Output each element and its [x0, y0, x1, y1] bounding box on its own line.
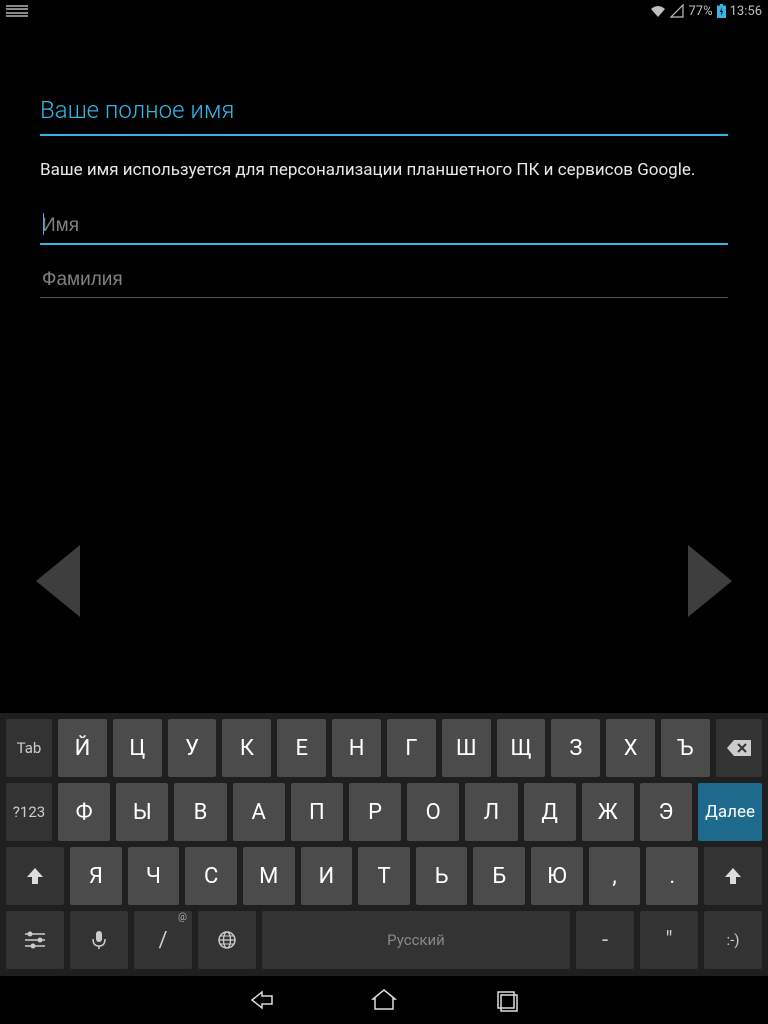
key-letter[interactable]: Я — [70, 847, 122, 905]
key-language[interactable] — [198, 911, 256, 969]
nav-back-icon — [249, 987, 275, 1013]
battery-charging-icon — [717, 4, 726, 18]
key-letter[interactable]: Т — [358, 847, 410, 905]
key-letter[interactable]: Й — [58, 719, 107, 777]
nav-home-icon — [371, 987, 397, 1013]
key-tab[interactable]: Tab — [6, 719, 52, 777]
first-name-field[interactable] — [40, 209, 728, 245]
key-shift-left[interactable] — [6, 847, 64, 905]
key-dash[interactable]: - — [576, 911, 634, 969]
key-letter[interactable]: М — [243, 847, 295, 905]
key-emoji[interactable]: :-) — [704, 911, 762, 969]
navigation-bar — [0, 976, 768, 1024]
key-letter[interactable]: Л — [465, 783, 517, 841]
back-arrow-button[interactable] — [36, 545, 80, 617]
key-letter[interactable]: Щ — [497, 719, 546, 777]
key-sup: @ — [178, 912, 187, 923]
globe-icon — [217, 930, 237, 950]
key-letter[interactable]: К — [222, 719, 271, 777]
text-cursor — [43, 213, 44, 235]
key-letter[interactable]: Р — [349, 783, 401, 841]
key-letter[interactable]: А — [233, 783, 285, 841]
nav-recent-button[interactable] — [490, 984, 522, 1016]
key-comma[interactable]: , — [589, 847, 641, 905]
shift-icon — [25, 866, 45, 886]
soft-keyboard: Tab Й Ц У К Е Н Г Ш Щ З Х Ъ ?123 Ф Ы В А… — [0, 713, 768, 976]
battery-percent: 77% — [688, 4, 712, 19]
key-letter[interactable]: Э — [640, 783, 692, 841]
key-letter[interactable]: Ф — [58, 783, 110, 841]
key-next[interactable]: Далее — [698, 783, 762, 841]
key-letter[interactable]: П — [291, 783, 343, 841]
key-letter[interactable]: Ъ — [661, 719, 710, 777]
key-letter[interactable]: С — [185, 847, 237, 905]
forward-arrow-button[interactable] — [688, 545, 732, 617]
key-letter[interactable]: Ч — [128, 847, 180, 905]
last-name-field-wrapper — [40, 263, 728, 298]
first-name-field-wrapper — [40, 209, 728, 245]
page-title: Ваше полное имя — [40, 46, 728, 134]
sliders-icon — [24, 931, 46, 949]
key-letter[interactable]: Ш — [442, 719, 491, 777]
backspace-icon — [727, 740, 751, 756]
key-letter[interactable]: Ж — [582, 783, 634, 841]
key-letter[interactable]: Х — [606, 719, 655, 777]
key-letter[interactable]: Н — [332, 719, 381, 777]
key-letter[interactable]: Д — [524, 783, 576, 841]
last-name-field[interactable] — [40, 263, 728, 298]
nav-home-button[interactable] — [368, 984, 400, 1016]
key-symnum[interactable]: ?123 — [6, 783, 52, 841]
signal-icon — [670, 4, 684, 18]
key-letter[interactable]: Ы — [116, 783, 168, 841]
key-settings[interactable] — [6, 911, 64, 969]
mic-icon — [92, 930, 106, 950]
key-letter[interactable]: О — [407, 783, 459, 841]
key-letter[interactable]: Ь — [416, 847, 468, 905]
key-space[interactable]: Русский — [262, 911, 570, 969]
key-voice[interactable] — [70, 911, 128, 969]
page-description: Ваше имя используется для персонализации… — [40, 158, 728, 183]
wifi-icon — [650, 4, 666, 18]
nav-back-button[interactable] — [246, 984, 278, 1016]
key-letter[interactable]: Б — [473, 847, 525, 905]
keyboard-indicator-icon — [6, 5, 28, 17]
title-separator — [40, 134, 728, 136]
key-letter[interactable]: В — [174, 783, 226, 841]
key-slash[interactable]: @/ — [134, 911, 192, 969]
key-backspace[interactable] — [716, 719, 762, 777]
nav-recent-icon — [494, 988, 518, 1012]
key-letter[interactable]: З — [551, 719, 600, 777]
shift-icon — [723, 866, 743, 886]
status-bar: 77% 13:56 — [0, 0, 768, 22]
key-letter[interactable]: Г — [387, 719, 436, 777]
clock: 13:56 — [730, 4, 762, 19]
key-letter[interactable]: И — [301, 847, 353, 905]
key-quote[interactable]: " — [640, 911, 698, 969]
key-letter[interactable]: Е — [277, 719, 326, 777]
key-shift-right[interactable] — [704, 847, 762, 905]
key-letter[interactable]: Ю — [531, 847, 583, 905]
key-letter[interactable]: Ц — [113, 719, 162, 777]
key-letter[interactable]: У — [168, 719, 217, 777]
key-period[interactable]: . — [646, 847, 698, 905]
